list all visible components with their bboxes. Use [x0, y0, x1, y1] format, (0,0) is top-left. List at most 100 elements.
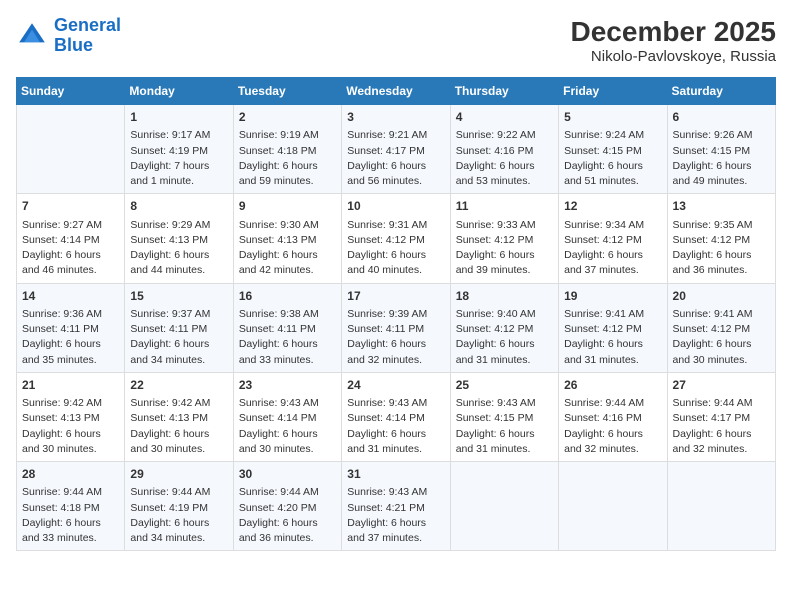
calendar-cell: 2 Sunrise: 9:19 AMSunset: 4:18 PMDaylight… [233, 105, 341, 194]
day-info: Sunrise: 9:42 AMSunset: 4:13 PMDaylight:… [130, 396, 227, 457]
calendar-cell: 10 Sunrise: 9:31 AMSunset: 4:12 PMDayligh… [342, 194, 450, 283]
calendar-cell: 19Sunrise: 9:41 AMSunset: 4:12 PMDayligh… [559, 283, 667, 372]
page-header: General Blue December 2025 Nikolo-Pavlov… [16, 16, 776, 65]
day-number: 8 [130, 198, 227, 215]
calendar-cell: 26Sunrise: 9:44 AMSunset: 4:16 PMDayligh… [559, 372, 667, 461]
calendar-cell: 28 Sunrise: 9:44 AMSunset: 4:18 PMDayligh… [17, 462, 125, 551]
day-number: 21 [22, 377, 119, 394]
calendar-cell: 14 Sunrise: 9:36 AMSunset: 4:11 PMDayligh… [17, 283, 125, 372]
calendar-cell: 3Sunrise: 9:21 AMSunset: 4:17 PMDaylight… [342, 105, 450, 194]
day-info: Sunrise: 9:24 AMSunset: 4:15 PMDaylight:… [564, 128, 661, 189]
day-info: Sunrise: 9:19 AMSunset: 4:18 PMDaylight:… [239, 128, 336, 189]
calendar-cell: 9 Sunrise: 9:30 AMSunset: 4:13 PMDaylight… [233, 194, 341, 283]
logo-icon [16, 20, 48, 52]
calendar-week-row: 28 Sunrise: 9:44 AMSunset: 4:18 PMDayligh… [17, 462, 776, 551]
logo-line1: General [54, 15, 121, 35]
day-info: Sunrise: 9:17 AMSunset: 4:19 PMDaylight:… [130, 128, 227, 189]
calendar-title: December 2025 [571, 16, 776, 48]
calendar-cell: 8 Sunrise: 9:29 AMSunset: 4:13 PMDaylight… [125, 194, 233, 283]
day-number: 30 [239, 466, 336, 483]
day-info: Sunrise: 9:44 AMSunset: 4:18 PMDaylight:… [22, 485, 119, 546]
day-number: 18 [456, 288, 553, 305]
calendar-subtitle: Nikolo-Pavlovskoye, Russia [571, 48, 776, 65]
calendar-cell: 24Sunrise: 9:43 AMSunset: 4:14 PMDayligh… [342, 372, 450, 461]
day-number: 6 [673, 109, 770, 126]
calendar-cell: 7 Sunrise: 9:27 AMSunset: 4:14 PMDaylight… [17, 194, 125, 283]
calendar-cell: 20Sunrise: 9:41 AMSunset: 4:12 PMDayligh… [667, 283, 775, 372]
calendar-cell: 12 Sunrise: 9:34 AMSunset: 4:12 PMDayligh… [559, 194, 667, 283]
day-number: 2 [239, 109, 336, 126]
day-number: 7 [22, 198, 119, 215]
calendar-header-row: SundayMondayTuesdayWednesdayThursdayFrid… [17, 78, 776, 105]
calendar-cell: 21 Sunrise: 9:42 AMSunset: 4:13 PMDayligh… [17, 372, 125, 461]
header-sunday: Sunday [17, 78, 125, 105]
day-info: Sunrise: 9:29 AMSunset: 4:13 PMDaylight:… [130, 218, 227, 279]
day-number: 1 [130, 109, 227, 126]
calendar-cell: 4Sunrise: 9:22 AMSunset: 4:16 PMDaylight… [450, 105, 558, 194]
calendar-week-row: 7 Sunrise: 9:27 AMSunset: 4:14 PMDaylight… [17, 194, 776, 283]
day-number: 10 [347, 198, 444, 215]
day-number: 23 [239, 377, 336, 394]
day-info: Sunrise: 9:39 AMSunset: 4:11 PMDaylight:… [347, 307, 444, 368]
day-info: Sunrise: 9:44 AMSunset: 4:16 PMDaylight:… [564, 396, 661, 457]
calendar-cell: 31Sunrise: 9:43 AMSunset: 4:21 PMDayligh… [342, 462, 450, 551]
day-info: Sunrise: 9:22 AMSunset: 4:16 PMDaylight:… [456, 128, 553, 189]
calendar-cell: 13Sunrise: 9:35 AMSunset: 4:12 PMDayligh… [667, 194, 775, 283]
day-number: 22 [130, 377, 227, 394]
day-info: Sunrise: 9:41 AMSunset: 4:12 PMDaylight:… [564, 307, 661, 368]
calendar-cell: 6Sunrise: 9:26 AMSunset: 4:15 PMDaylight… [667, 105, 775, 194]
day-number: 3 [347, 109, 444, 126]
header-monday: Monday [125, 78, 233, 105]
day-number: 28 [22, 466, 119, 483]
header-wednesday: Wednesday [342, 78, 450, 105]
day-number: 15 [130, 288, 227, 305]
day-info: Sunrise: 9:31 AMSunset: 4:12 PMDaylight:… [347, 218, 444, 279]
calendar-cell: 18 Sunrise: 9:40 AMSunset: 4:12 PMDayligh… [450, 283, 558, 372]
calendar-cell: 22 Sunrise: 9:42 AMSunset: 4:13 PMDayligh… [125, 372, 233, 461]
day-info: Sunrise: 9:36 AMSunset: 4:11 PMDaylight:… [22, 307, 119, 368]
calendar-cell: 27Sunrise: 9:44 AMSunset: 4:17 PMDayligh… [667, 372, 775, 461]
calendar-cell: 25Sunrise: 9:43 AMSunset: 4:15 PMDayligh… [450, 372, 558, 461]
calendar-cell: 29 Sunrise: 9:44 AMSunset: 4:19 PMDayligh… [125, 462, 233, 551]
logo-line2: Blue [54, 35, 93, 55]
day-info: Sunrise: 9:42 AMSunset: 4:13 PMDaylight:… [22, 396, 119, 457]
calendar-cell: 16 Sunrise: 9:38 AMSunset: 4:11 PMDayligh… [233, 283, 341, 372]
day-number: 25 [456, 377, 553, 394]
day-info: Sunrise: 9:43 AMSunset: 4:14 PMDaylight:… [239, 396, 336, 457]
day-number: 5 [564, 109, 661, 126]
calendar-cell: 23 Sunrise: 9:43 AMSunset: 4:14 PMDayligh… [233, 372, 341, 461]
day-number: 9 [239, 198, 336, 215]
day-info: Sunrise: 9:30 AMSunset: 4:13 PMDaylight:… [239, 218, 336, 279]
day-info: Sunrise: 9:44 AMSunset: 4:19 PMDaylight:… [130, 485, 227, 546]
day-number: 11 [456, 198, 553, 215]
day-info: Sunrise: 9:37 AMSunset: 4:11 PMDaylight:… [130, 307, 227, 368]
day-number: 29 [130, 466, 227, 483]
day-number: 17 [347, 288, 444, 305]
header-tuesday: Tuesday [233, 78, 341, 105]
calendar-cell [667, 462, 775, 551]
day-info: Sunrise: 9:44 AMSunset: 4:20 PMDaylight:… [239, 485, 336, 546]
day-number: 27 [673, 377, 770, 394]
day-number: 16 [239, 288, 336, 305]
logo-text: General Blue [54, 16, 121, 56]
day-info: Sunrise: 9:34 AMSunset: 4:12 PMDaylight:… [564, 218, 661, 279]
header-saturday: Saturday [667, 78, 775, 105]
calendar-cell: 17 Sunrise: 9:39 AMSunset: 4:11 PMDayligh… [342, 283, 450, 372]
day-number: 12 [564, 198, 661, 215]
logo: General Blue [16, 16, 121, 56]
calendar-cell: 1 Sunrise: 9:17 AMSunset: 4:19 PMDaylight… [125, 105, 233, 194]
day-info: Sunrise: 9:40 AMSunset: 4:12 PMDaylight:… [456, 307, 553, 368]
day-number: 14 [22, 288, 119, 305]
day-info: Sunrise: 9:35 AMSunset: 4:12 PMDaylight:… [673, 218, 770, 279]
day-info: Sunrise: 9:38 AMSunset: 4:11 PMDaylight:… [239, 307, 336, 368]
day-info: Sunrise: 9:43 AMSunset: 4:21 PMDaylight:… [347, 485, 444, 546]
calendar-cell: 15 Sunrise: 9:37 AMSunset: 4:11 PMDayligh… [125, 283, 233, 372]
day-info: Sunrise: 9:27 AMSunset: 4:14 PMDaylight:… [22, 218, 119, 279]
day-info: Sunrise: 9:43 AMSunset: 4:14 PMDaylight:… [347, 396, 444, 457]
calendar-cell [17, 105, 125, 194]
calendar-week-row: 1 Sunrise: 9:17 AMSunset: 4:19 PMDaylight… [17, 105, 776, 194]
calendar-week-row: 21 Sunrise: 9:42 AMSunset: 4:13 PMDayligh… [17, 372, 776, 461]
calendar-cell [559, 462, 667, 551]
calendar-week-row: 14 Sunrise: 9:36 AMSunset: 4:11 PMDayligh… [17, 283, 776, 372]
day-number: 20 [673, 288, 770, 305]
